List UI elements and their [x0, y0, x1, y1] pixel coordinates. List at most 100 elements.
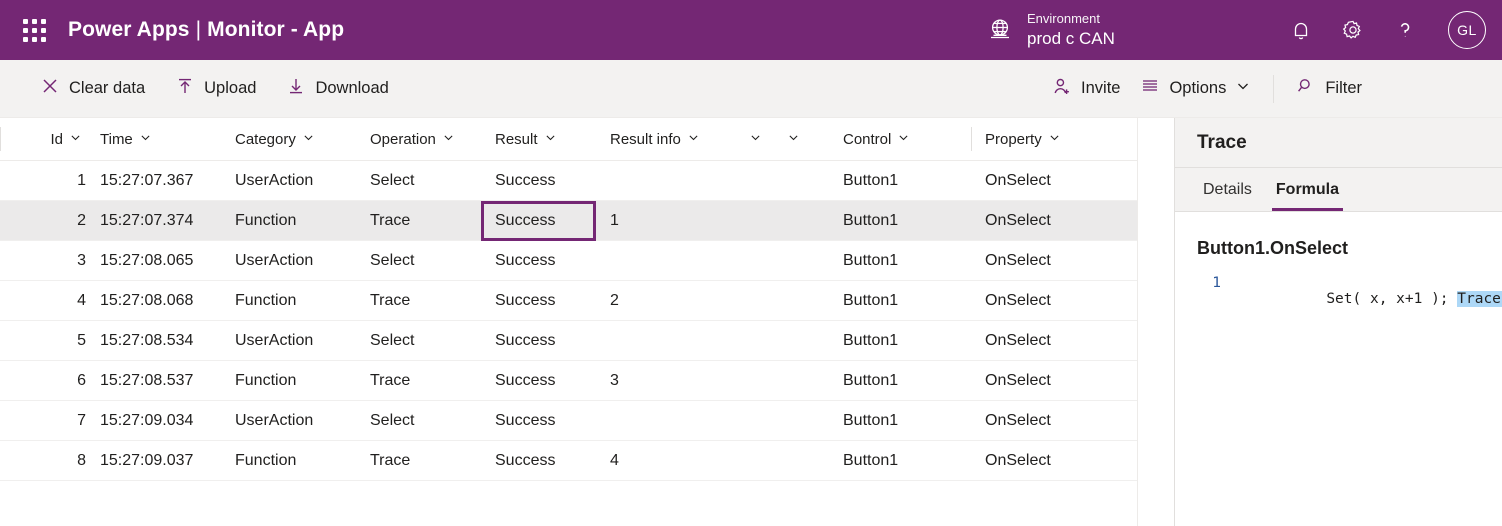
cell-category[interactable]: Function — [221, 281, 356, 321]
cell-result-info[interactable] — [596, 401, 729, 441]
clear-data-button[interactable]: Clear data — [30, 69, 155, 109]
cell-id[interactable]: 1 — [28, 161, 86, 201]
cell-control[interactable]: Button1 — [829, 161, 971, 201]
cell-extra-1[interactable] — [729, 321, 767, 361]
cell-property[interactable]: OnSelect — [971, 401, 1137, 441]
column-header-extra-1[interactable] — [729, 118, 767, 161]
cell-operation[interactable]: Trace — [356, 361, 481, 401]
column-header-control[interactable]: Control — [829, 118, 971, 161]
gear-icon[interactable] — [1340, 17, 1366, 43]
cell-operation[interactable]: Trace — [356, 281, 481, 321]
row-gutter[interactable] — [0, 441, 28, 481]
cell-result[interactable]: Success — [481, 241, 596, 281]
row-gutter[interactable] — [0, 161, 28, 201]
cell-property[interactable]: OnSelect — [971, 441, 1137, 481]
cell-extra-1[interactable] — [729, 441, 767, 481]
cell-id[interactable]: 7 — [28, 401, 86, 441]
column-header-operation[interactable]: Operation — [356, 118, 481, 161]
cell-property[interactable]: OnSelect — [971, 321, 1137, 361]
cell-operation[interactable]: Trace — [356, 201, 481, 241]
cell-property[interactable]: OnSelect — [971, 361, 1137, 401]
cell-control[interactable]: Button1 — [829, 241, 971, 281]
cell-control[interactable]: Button1 — [829, 321, 971, 361]
cell-category[interactable]: UserAction — [221, 161, 356, 201]
cell-operation[interactable]: Select — [356, 321, 481, 361]
cell-category[interactable]: Function — [221, 441, 356, 481]
cell-result[interactable]: Success — [481, 441, 596, 481]
cell-extra-2[interactable] — [767, 321, 829, 361]
cell-time[interactable]: 15:27:08.537 — [86, 361, 221, 401]
cell-id[interactable]: 4 — [28, 281, 86, 321]
table-row[interactable]: 615:27:08.537FunctionTraceSuccess3 Button… — [0, 361, 1137, 401]
cell-id[interactable]: 2 — [28, 201, 86, 241]
cell-control[interactable]: Button1 — [829, 361, 971, 401]
column-header-result[interactable]: Result — [481, 118, 596, 161]
cell-time[interactable]: 15:27:09.037 — [86, 441, 221, 481]
cell-extra-2[interactable] — [767, 441, 829, 481]
table-row[interactable]: 715:27:09.034UserActionSelectSuccessButt… — [0, 401, 1137, 441]
column-header-id[interactable]: Id — [28, 118, 86, 161]
cell-extra-2[interactable] — [767, 281, 829, 321]
column-header-category[interactable]: Category — [221, 118, 356, 161]
cell-control[interactable]: Button1 — [829, 201, 971, 241]
row-gutter[interactable] — [0, 201, 28, 241]
cell-category[interactable]: Function — [221, 201, 356, 241]
cell-category[interactable]: UserAction — [221, 321, 356, 361]
question-mark-icon[interactable] — [1392, 17, 1418, 43]
table-row[interactable]: 115:27:07.367UserActionSelectSuccessButt… — [0, 161, 1137, 201]
cell-result[interactable]: Success — [481, 201, 596, 241]
cell-operation[interactable]: Select — [356, 161, 481, 201]
cell-operation[interactable]: Select — [356, 241, 481, 281]
filter-button[interactable]: Filter — [1286, 69, 1372, 109]
cell-result-info[interactable] — [596, 161, 729, 201]
cell-extra-1[interactable] — [729, 401, 767, 441]
avatar[interactable]: GL — [1448, 11, 1486, 49]
table-row[interactable]: 815:27:09.037FunctionTraceSuccess4Button… — [0, 441, 1137, 481]
cell-time[interactable]: 15:27:07.367 — [86, 161, 221, 201]
cell-category[interactable]: UserAction — [221, 241, 356, 281]
column-header-time[interactable]: Time — [86, 118, 221, 161]
tab-details[interactable]: Details — [1191, 168, 1264, 211]
cell-id[interactable]: 3 — [28, 241, 86, 281]
cell-result[interactable]: Success — [481, 281, 596, 321]
cell-time[interactable]: 15:27:08.068 — [86, 281, 221, 321]
environment-selector[interactable]: Environment prod c CAN — [985, 0, 1115, 60]
row-gutter[interactable] — [0, 361, 28, 401]
cell-result[interactable]: Success — [481, 361, 596, 401]
cell-result-info[interactable] — [596, 241, 729, 281]
cell-category[interactable]: Function — [221, 361, 356, 401]
cell-control[interactable]: Button1 — [829, 401, 971, 441]
cell-time[interactable]: 15:27:09.034 — [86, 401, 221, 441]
cell-extra-2[interactable] — [767, 361, 829, 401]
cell-result-info[interactable]: 2 — [596, 281, 729, 321]
app-launcher-waffle-icon[interactable] — [10, 19, 58, 42]
cell-result[interactable]: Success — [481, 401, 596, 441]
cell-time[interactable]: 15:27:07.374 — [86, 201, 221, 241]
column-header-property[interactable]: Property — [971, 118, 1137, 161]
download-button[interactable]: Download — [276, 69, 398, 109]
cell-extra-1[interactable] — [729, 281, 767, 321]
cell-operation[interactable]: Trace — [356, 441, 481, 481]
cell-result-info[interactable]: 3 — [596, 361, 729, 401]
column-header-extra-2[interactable] — [767, 118, 829, 161]
bell-icon[interactable] — [1288, 17, 1314, 43]
table-row[interactable]: 515:27:08.534UserActionSelectSuccessButt… — [0, 321, 1137, 361]
cell-operation[interactable]: Select — [356, 401, 481, 441]
cell-id[interactable]: 6 — [28, 361, 86, 401]
cell-property[interactable]: OnSelect — [971, 281, 1137, 321]
cell-time[interactable]: 15:27:08.065 — [86, 241, 221, 281]
cell-extra-2[interactable] — [767, 201, 829, 241]
options-button[interactable]: Options — [1130, 69, 1261, 109]
cell-extra-1[interactable] — [729, 161, 767, 201]
table-row[interactable]: 415:27:08.068FunctionTraceSuccess2Button… — [0, 281, 1137, 321]
cell-extra-1[interactable] — [729, 241, 767, 281]
cell-extra-1[interactable] — [729, 201, 767, 241]
cell-id[interactable]: 8 — [28, 441, 86, 481]
cell-property[interactable]: OnSelect — [971, 201, 1137, 241]
table-row[interactable]: 215:27:07.374FunctionTraceSuccess1 Button… — [0, 201, 1137, 241]
cell-result-info[interactable]: 1 — [596, 201, 729, 241]
formula-code[interactable]: Set( x, x+1 ); Trace( x ); — [1239, 275, 1502, 323]
table-row[interactable]: 315:27:08.065UserActionSelectSuccess Butt… — [0, 241, 1137, 281]
cell-extra-2[interactable] — [767, 401, 829, 441]
column-header-result-info[interactable]: Result info — [596, 118, 729, 161]
